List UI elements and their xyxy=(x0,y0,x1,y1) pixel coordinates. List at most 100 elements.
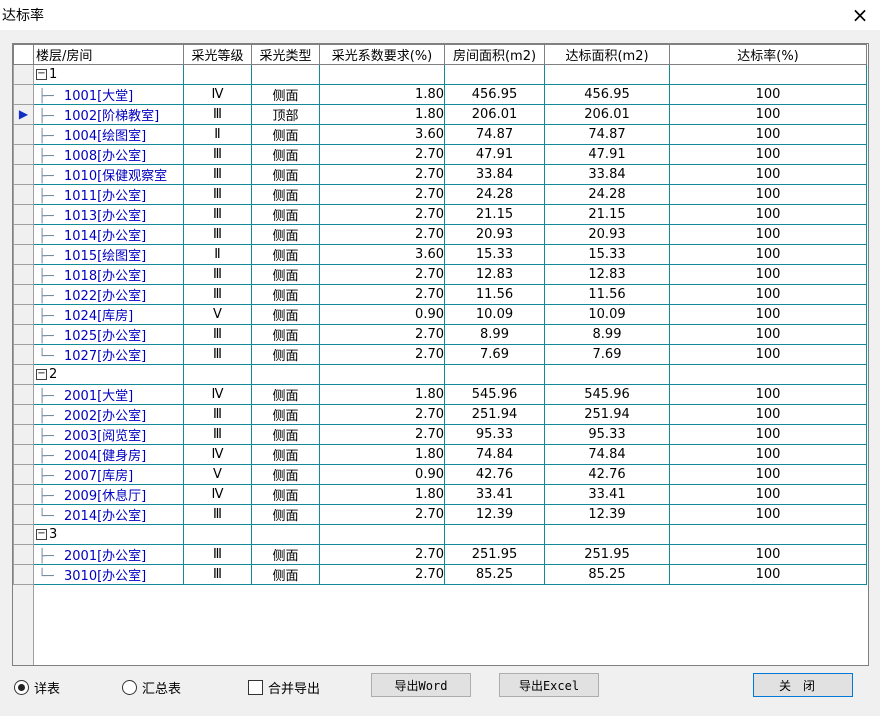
collapse-icon[interactable]: − xyxy=(36,69,47,80)
row-selector[interactable] xyxy=(13,344,34,365)
table-row[interactable]: └─ 2014[办公室] Ⅲ 侧面 2.70 12.39 12.39 100 xyxy=(13,504,867,525)
type-cell[interactable]: 侧面 xyxy=(251,144,320,165)
grade-cell[interactable]: Ⅲ xyxy=(183,544,252,565)
requirement-cell[interactable]: 0.90 xyxy=(319,304,445,325)
grade-cell[interactable]: Ⅲ xyxy=(183,284,252,305)
rate-cell[interactable]: 100 xyxy=(669,144,867,165)
row-selector[interactable] xyxy=(13,264,34,285)
table-row[interactable]: ├─ 1022[办公室] Ⅲ 侧面 2.70 11.56 11.56 100 xyxy=(13,284,867,305)
room-cell[interactable]: ├─ 1013[办公室] xyxy=(33,204,184,225)
merge-export-box[interactable] xyxy=(248,680,263,695)
rate-cell[interactable]: 100 xyxy=(669,564,867,585)
grade-cell[interactable]: Ⅲ xyxy=(183,144,252,165)
row-selector[interactable] xyxy=(13,324,34,345)
radio-detail[interactable]: 详表 xyxy=(14,678,60,697)
grade-cell[interactable]: Ⅲ xyxy=(183,424,252,445)
grade-cell[interactable]: Ⅴ xyxy=(183,304,252,325)
col-header-ok-area[interactable]: 达标面积(m2) xyxy=(544,44,670,65)
table-row[interactable]: ├─ 1011[办公室] Ⅲ 侧面 2.70 24.28 24.28 100 xyxy=(13,184,867,205)
floor-cell[interactable]: −1 xyxy=(33,64,184,85)
rate-cell[interactable]: 100 xyxy=(669,464,867,485)
ok-area-cell[interactable]: 74.87 xyxy=(544,124,670,145)
ok-area-cell[interactable]: 15.33 xyxy=(544,244,670,265)
ok-area-cell[interactable]: 20.93 xyxy=(544,224,670,245)
row-selector[interactable] xyxy=(13,484,34,505)
row-selector[interactable] xyxy=(13,384,34,405)
type-cell[interactable]: 侧面 xyxy=(251,444,320,465)
table-row[interactable]: ├─ 1025[办公室] Ⅲ 侧面 2.70 8.99 8.99 100 xyxy=(13,324,867,345)
room-area-cell[interactable]: 33.41 xyxy=(444,484,545,505)
room-cell[interactable]: ├─ 1015[绘图室] xyxy=(33,244,184,265)
ok-area-cell[interactable]: 95.33 xyxy=(544,424,670,445)
room-cell[interactable]: ├─ 1004[绘图室] xyxy=(33,124,184,145)
rate-cell[interactable]: 100 xyxy=(669,204,867,225)
room-area-cell[interactable]: 15.33 xyxy=(444,244,545,265)
row-selector[interactable] xyxy=(13,524,34,545)
room-cell[interactable]: └─ 2014[办公室] xyxy=(33,504,184,525)
room-cell[interactable]: ├─ 2002[办公室] xyxy=(33,404,184,425)
requirement-cell[interactable]: 0.90 xyxy=(319,464,445,485)
room-cell[interactable]: ├─ 1025[办公室] xyxy=(33,324,184,345)
requirement-cell[interactable]: 1.80 xyxy=(319,84,445,105)
room-cell[interactable]: ├─ 1024[库房] xyxy=(33,304,184,325)
type-cell[interactable]: 侧面 xyxy=(251,564,320,585)
room-area-cell[interactable]: 20.93 xyxy=(444,224,545,245)
type-cell[interactable]: 侧面 xyxy=(251,224,320,245)
requirement-cell[interactable]: 2.70 xyxy=(319,344,445,365)
table-row[interactable]: ├─ 1010[保健观察室 Ⅲ 侧面 2.70 33.84 33.84 100 xyxy=(13,164,867,185)
grade-cell[interactable]: Ⅲ xyxy=(183,324,252,345)
ok-area-cell[interactable]: 42.76 xyxy=(544,464,670,485)
room-area-cell[interactable]: 47.91 xyxy=(444,144,545,165)
rate-cell[interactable]: 100 xyxy=(669,404,867,425)
ok-area-cell[interactable]: 12.39 xyxy=(544,504,670,525)
table-row[interactable]: ├─ 1013[办公室] Ⅲ 侧面 2.70 21.15 21.15 100 xyxy=(13,204,867,225)
table-row[interactable]: ├─ 2009[休息厅] Ⅳ 侧面 1.80 33.41 33.41 100 xyxy=(13,484,867,505)
type-cell[interactable]: 侧面 xyxy=(251,184,320,205)
col-header-grade[interactable]: 采光等级 xyxy=(183,44,252,65)
ok-area-cell[interactable]: 33.84 xyxy=(544,164,670,185)
rate-cell[interactable]: 100 xyxy=(669,484,867,505)
grade-cell[interactable]: Ⅳ xyxy=(183,384,252,405)
row-selector[interactable] xyxy=(13,124,34,145)
rate-cell[interactable]: 100 xyxy=(669,544,867,565)
requirement-cell[interactable]: 2.70 xyxy=(319,184,445,205)
room-cell[interactable]: ├─ 1022[办公室] xyxy=(33,284,184,305)
table-row[interactable]: └─ 3010[办公室] Ⅲ 侧面 2.70 85.25 85.25 100 xyxy=(13,564,867,585)
room-cell[interactable]: ├─ 2007[库房] xyxy=(33,464,184,485)
type-cell[interactable]: 侧面 xyxy=(251,344,320,365)
rate-cell[interactable]: 100 xyxy=(669,224,867,245)
room-cell[interactable]: ├─ 1002[阶梯教室] xyxy=(33,104,184,125)
table-row[interactable]: ├─ 1024[库房] Ⅴ 侧面 0.90 10.09 10.09 100 xyxy=(13,304,867,325)
ok-area-cell[interactable]: 251.94 xyxy=(544,404,670,425)
radio-summary[interactable]: 汇总表 xyxy=(122,678,181,697)
table-row[interactable]: ├─ 1014[办公室] Ⅲ 侧面 2.70 20.93 20.93 100 xyxy=(13,224,867,245)
ok-area-cell[interactable]: 21.15 xyxy=(544,204,670,225)
rate-cell[interactable]: 100 xyxy=(669,104,867,125)
room-cell[interactable]: ├─ 2004[健身房] xyxy=(33,444,184,465)
requirement-cell[interactable]: 1.80 xyxy=(319,384,445,405)
rate-cell[interactable]: 100 xyxy=(669,264,867,285)
radio-detail-indicator[interactable] xyxy=(14,680,29,695)
table-row[interactable]: ├─ 2007[库房] Ⅴ 侧面 0.90 42.76 42.76 100 xyxy=(13,464,867,485)
type-cell[interactable]: 顶部 xyxy=(251,104,320,125)
grade-cell[interactable]: Ⅲ xyxy=(183,344,252,365)
rate-cell[interactable]: 100 xyxy=(669,424,867,445)
room-cell[interactable]: ├─ 2003[阅览室] xyxy=(33,424,184,445)
room-cell[interactable]: ├─ 1011[办公室] xyxy=(33,184,184,205)
room-area-cell[interactable]: 251.95 xyxy=(444,544,545,565)
room-cell[interactable]: └─ 3010[办公室] xyxy=(33,564,184,585)
ok-area-cell[interactable]: 74.84 xyxy=(544,444,670,465)
ok-area-cell[interactable]: 456.95 xyxy=(544,84,670,105)
requirement-cell[interactable]: 1.80 xyxy=(319,104,445,125)
table-row[interactable]: ├─ 1018[办公室] Ⅲ 侧面 2.70 12.83 12.83 100 xyxy=(13,264,867,285)
grade-cell[interactable]: Ⅴ xyxy=(183,464,252,485)
grade-cell[interactable]: Ⅲ xyxy=(183,164,252,185)
grade-cell[interactable]: Ⅲ xyxy=(183,184,252,205)
type-cell[interactable]: 侧面 xyxy=(251,84,320,105)
table-row[interactable]: ├─ 1001[大堂] Ⅳ 侧面 1.80 456.95 456.95 100 xyxy=(13,84,867,105)
ok-area-cell[interactable]: 251.95 xyxy=(544,544,670,565)
row-selector[interactable] xyxy=(13,504,34,525)
grade-cell[interactable]: Ⅲ xyxy=(183,204,252,225)
type-cell[interactable]: 侧面 xyxy=(251,484,320,505)
floor-group-row[interactable]: −1 xyxy=(13,64,867,85)
